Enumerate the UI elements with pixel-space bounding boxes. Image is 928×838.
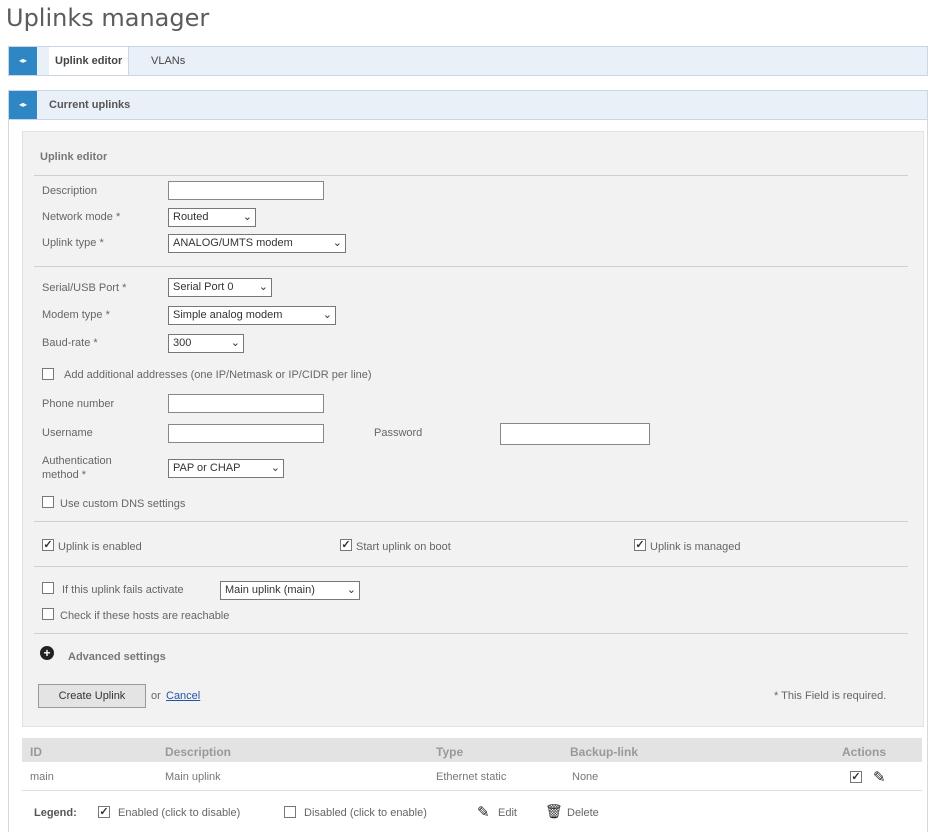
required-note: * This Field is required. — [774, 690, 887, 702]
uplink-type-label: Uplink type * — [42, 237, 104, 249]
divider — [34, 266, 908, 267]
divider — [34, 566, 908, 567]
divider — [34, 175, 908, 176]
start-on-boot-checkbox[interactable]: ✓ — [340, 539, 352, 551]
legend-delete-text: Delete — [567, 807, 599, 819]
legend-disabled-text: Disabled (click to enable) — [304, 807, 427, 819]
username-label: Username — [42, 427, 93, 439]
serial-port-label: Serial/USB Port * — [42, 282, 127, 294]
serial-port-select[interactable]: Serial Port 0 ⌄ — [168, 278, 272, 297]
serial-port-value: Serial Port 0 — [173, 281, 234, 293]
chevron-down-icon: ⌄ — [242, 211, 252, 223]
network-mode-value: Routed — [173, 211, 209, 223]
or-text: or — [151, 690, 161, 702]
legend-label: Legend: — [34, 807, 77, 819]
chevron-down-icon: ⌄ — [258, 281, 268, 293]
uplink-managed-label: Uplink is managed — [650, 541, 741, 553]
uplink-enabled-checkbox[interactable]: ✓ — [42, 539, 54, 551]
modem-type-select[interactable]: Simple analog modem ⌄ — [168, 306, 336, 325]
trash-icon: 🗑 — [545, 803, 563, 819]
additional-addresses-checkbox[interactable] — [42, 368, 54, 380]
tab-uplink-editor[interactable]: Uplink editor — [49, 47, 130, 75]
fails-activate-select[interactable]: Main uplink (main) ⌄ — [220, 581, 360, 600]
divider — [34, 521, 908, 522]
collapse-toggle-icon[interactable]: ◂▸ — [9, 91, 37, 119]
auth-method-select[interactable]: PAP or CHAP ⌄ — [168, 459, 284, 478]
phone-label: Phone number — [42, 398, 115, 410]
cell-id: main — [30, 771, 54, 783]
modem-type-label: Modem type * — [42, 309, 110, 321]
custom-dns-checkbox[interactable] — [42, 496, 54, 508]
auth-label-line2: method * — [42, 469, 87, 481]
cell-type: Ethernet static — [436, 771, 507, 783]
uplink-fails-checkbox[interactable] — [42, 582, 54, 594]
uplink-enabled-label: Uplink is enabled — [58, 541, 142, 553]
table-header — [22, 738, 922, 762]
baud-rate-label: Baud-rate * — [42, 337, 98, 349]
description-input[interactable] — [168, 181, 324, 200]
additional-addresses-label: Add additional addresses (one IP/Netmask… — [64, 369, 372, 381]
pencil-icon: ✎ — [477, 804, 490, 821]
uplink-type-value: ANALOG/UMTS modem — [173, 237, 293, 249]
chevron-down-icon: ⌄ — [346, 584, 356, 596]
column-header-type[interactable]: Type — [436, 745, 463, 759]
cancel-link[interactable]: Cancel — [166, 690, 200, 702]
plus-icon[interactable]: + — [40, 646, 54, 660]
password-label: Password — [374, 427, 423, 439]
current-uplinks-title: Current uplinks — [49, 99, 131, 111]
fails-activate-value: Main uplink (main) — [225, 584, 315, 596]
column-header-backup-link[interactable]: Backup-link — [570, 745, 638, 759]
create-uplink-button[interactable]: Create Uplink — [38, 684, 146, 708]
uplink-type-select[interactable]: ANALOG/UMTS modem ⌄ — [168, 234, 346, 253]
checkbox-checked-icon: ✓ — [98, 806, 110, 818]
column-header-id[interactable]: ID — [30, 745, 42, 759]
auth-label-line1: Authentication — [42, 455, 112, 467]
advanced-settings-toggle[interactable]: Advanced settings — [68, 651, 166, 663]
baud-rate-value: 300 — [173, 337, 192, 349]
cell-backup-link: None — [572, 771, 599, 783]
uplink-editor-panel — [22, 131, 924, 727]
modem-type-value: Simple analog modem — [173, 309, 283, 321]
chevron-down-icon: ⌄ — [322, 309, 332, 321]
uplink-managed-checkbox[interactable]: ✓ — [634, 539, 646, 551]
chevron-down-icon: ⌄ — [230, 337, 240, 349]
check-hosts-label: Check if these hosts are reachable — [60, 610, 230, 622]
uplink-fails-label: If this uplink fails activate — [62, 584, 184, 596]
phone-input[interactable] — [168, 394, 324, 413]
tab-vlans[interactable]: VLANs — [151, 47, 185, 75]
enabled-toggle-icon[interactable]: ✓ — [850, 771, 862, 783]
column-header-description[interactable]: Description — [165, 745, 231, 759]
chevron-down-icon: ⌄ — [332, 237, 342, 249]
start-on-boot-label: Start uplink on boot — [356, 541, 451, 553]
check-hosts-checkbox[interactable] — [42, 608, 54, 620]
column-header-actions: Actions — [842, 745, 887, 759]
cell-description: Main uplink — [165, 771, 221, 783]
network-mode-label: Network mode * — [42, 211, 121, 223]
current-uplinks-bar[interactable]: ◂▸ Current uplinks — [8, 90, 928, 120]
collapse-toggle-icon[interactable]: ◂▸ — [9, 47, 37, 75]
username-input[interactable] — [168, 424, 324, 443]
tabs-bar: ◂▸ Uplink editor VLANs — [8, 46, 928, 76]
custom-dns-label: Use custom DNS settings — [60, 498, 186, 510]
table-row — [22, 790, 922, 791]
password-input[interactable] — [500, 423, 650, 445]
chevron-down-icon: ⌄ — [270, 462, 280, 474]
legend-enabled-text: Enabled (click to disable) — [118, 807, 241, 819]
description-label: Description — [42, 185, 98, 197]
auth-method-value: PAP or CHAP — [173, 462, 241, 474]
editor-title: Uplink editor — [40, 151, 108, 163]
pencil-icon[interactable]: ✎ — [873, 768, 886, 786]
divider — [34, 633, 908, 634]
baud-rate-select[interactable]: 300 ⌄ — [168, 334, 244, 353]
legend-edit-text: Edit — [498, 807, 517, 819]
page-title: Uplinks manager — [6, 4, 210, 32]
network-mode-select[interactable]: Routed ⌄ — [168, 208, 256, 227]
checkbox-unchecked-icon — [284, 806, 296, 818]
